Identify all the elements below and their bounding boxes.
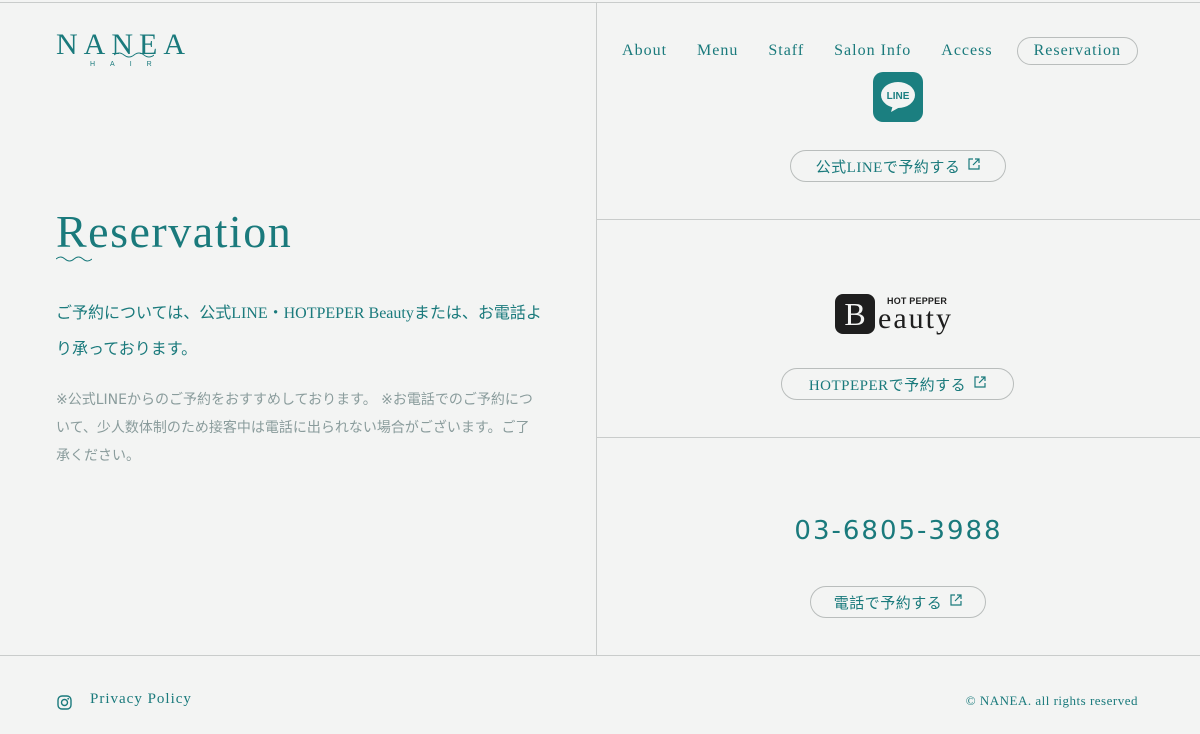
hotpepper-reserve-button[interactable]: HOTPEPERで予約する (781, 368, 1014, 400)
main-nav: About Menu Staff Salon Info Access Reser… (592, 37, 1138, 65)
hotpepper-reserve-label: HOTPEPERで予約する (808, 377, 967, 394)
nav-item-menu[interactable]: Menu (697, 42, 738, 60)
panel-divider (597, 437, 1200, 438)
page-title: Reservation (56, 206, 293, 257)
nav-item-access[interactable]: Access (941, 42, 992, 60)
copyright: © NANEA. all rights reserved (965, 693, 1138, 708)
line-reserve-label: 公式LINEで予約する (815, 159, 961, 176)
line-icon-text: LINE (887, 91, 910, 102)
hotpepper-logo-text: eauty (878, 302, 953, 335)
phone-reserve-label: 電話で予約する (833, 595, 943, 612)
phone-number: 03-6805-3988 (794, 516, 1003, 546)
line-icon[interactable]: LINE (873, 72, 923, 122)
instagram-icon[interactable] (57, 695, 72, 710)
brand-sub: HAIR (90, 61, 167, 68)
line-reserve-button[interactable]: 公式LINEで予約する (790, 150, 1006, 182)
nav-item-staff[interactable]: Staff (768, 42, 804, 60)
nav-item-about[interactable]: About (622, 42, 667, 60)
external-link-icon (974, 375, 986, 393)
panel-divider (597, 219, 1200, 220)
reservation-lead: ご予約については、公式LINE・HOTPEPER Beautyまたは、お電話より… (56, 305, 542, 358)
logo-wave-icon (114, 52, 154, 58)
external-link-icon (950, 593, 962, 611)
nav-item-salon-info[interactable]: Salon Info (834, 42, 911, 60)
title-wave-icon (56, 256, 92, 262)
hotpepper-logo[interactable]: B (835, 294, 875, 334)
privacy-policy-link[interactable]: Privacy Policy (90, 691, 192, 708)
column-divider (596, 2, 597, 656)
brand-logo[interactable]: NANEA HAIR (56, 30, 206, 69)
phone-reserve-button[interactable]: 電話で予約する (810, 586, 986, 618)
nav-item-reservation[interactable]: Reservation (1016, 37, 1138, 65)
reservation-note: ※公式LINEからのご予約をおすすめしております。 ※お電話でのご予約について、… (56, 392, 533, 464)
external-link-icon (968, 157, 980, 175)
